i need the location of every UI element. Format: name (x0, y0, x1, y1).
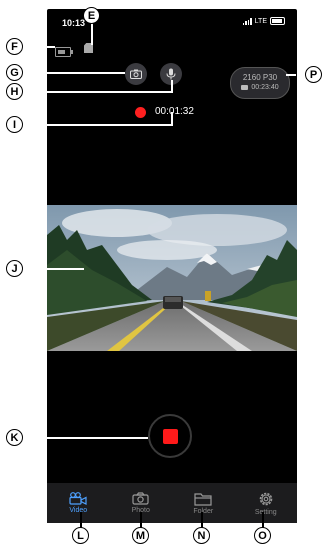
status-time: 10:13 (62, 18, 86, 28)
bottom-tab-bar: Video Photo Folder Setting (47, 483, 297, 523)
video-mini-icon (241, 85, 249, 90)
network-label: LTE (254, 17, 267, 25)
status-indicators: LTE (242, 17, 285, 25)
callout-f: F (6, 38, 23, 55)
tab-setting[interactable]: Setting (235, 483, 298, 523)
snapshot-button[interactable] (125, 63, 147, 85)
video-camera-icon (69, 492, 87, 505)
tab-folder[interactable]: Folder (172, 483, 235, 523)
live-preview (47, 205, 297, 351)
record-stop-button[interactable] (148, 414, 192, 458)
callout-e: E (83, 7, 100, 24)
callout-h: H (6, 83, 23, 100)
tab-video-label: Video (69, 507, 88, 514)
camera-icon (132, 492, 149, 505)
callout-n: N (193, 527, 210, 544)
callout-l: L (72, 527, 89, 544)
callout-p: P (305, 66, 322, 83)
recording-timer: 00:01:32 (155, 106, 194, 117)
tab-folder-label: Folder (193, 507, 214, 515)
remaining-time: 00:23:40 (251, 84, 279, 91)
camera-icon (130, 69, 142, 79)
resolution-label: 2160 P30 (242, 73, 278, 82)
callout-j: J (6, 260, 23, 277)
microphone-icon (166, 68, 176, 80)
phone-battery-icon (270, 17, 285, 25)
gear-icon (259, 492, 273, 505)
stop-icon (162, 428, 178, 444)
signal-icon (242, 17, 252, 25)
callout-i: I (6, 116, 23, 133)
recording-indicator (135, 107, 146, 118)
tab-video[interactable]: Video (47, 483, 110, 523)
callout-o: O (254, 527, 271, 544)
camera-battery-icon (55, 47, 73, 57)
callout-k: K (6, 429, 23, 446)
callout-m: M (132, 527, 149, 544)
tab-setting-label: Setting (254, 508, 277, 516)
road-scene-image (47, 205, 297, 351)
folder-icon (194, 492, 212, 506)
callout-g: G (6, 64, 23, 81)
resolution-badge[interactable]: 2160 P30 00:23:40 (230, 67, 290, 99)
